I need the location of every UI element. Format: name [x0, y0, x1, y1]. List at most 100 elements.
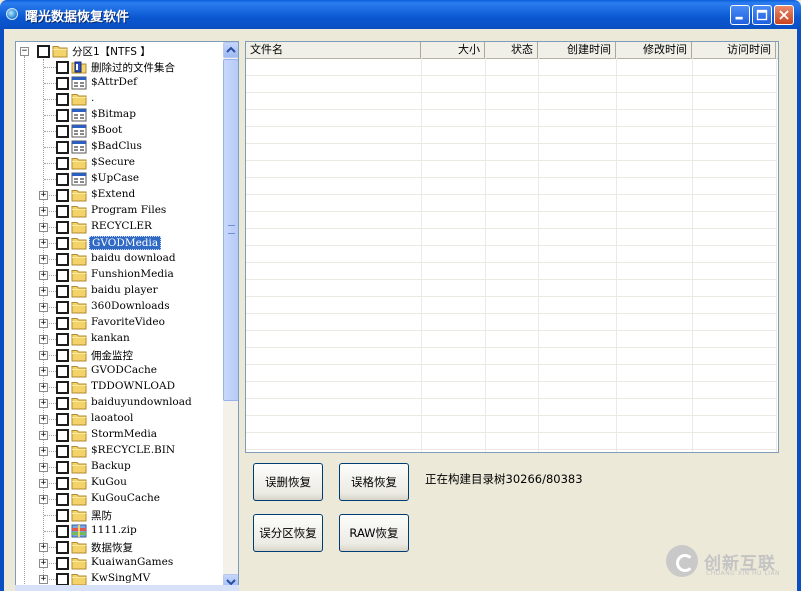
expand-icon[interactable]: +: [39, 575, 48, 584]
tree-item-row[interactable]: + RECYCLER: [16, 219, 223, 235]
tree-item-row[interactable]: $BadClus: [16, 139, 223, 155]
tree-item-row[interactable]: 1111.zip: [16, 523, 223, 539]
tree-item-row[interactable]: + KuGou: [16, 475, 223, 491]
tree-checkbox[interactable]: [56, 173, 69, 186]
tree-item-row[interactable]: + kankan: [16, 331, 223, 347]
tree-item-row[interactable]: 黑防: [16, 507, 223, 523]
expand-icon[interactable]: +: [39, 223, 48, 232]
tree-item-row[interactable]: + TDDOWNLOAD: [16, 379, 223, 395]
expand-icon[interactable]: +: [39, 495, 48, 504]
column-header-created[interactable]: 创建时间: [538, 42, 616, 58]
tree-item-row[interactable]: + GVODMedia: [16, 235, 223, 251]
tree-item-row[interactable]: + $Extend: [16, 187, 223, 203]
collapse-icon[interactable]: −: [20, 47, 29, 56]
expand-icon[interactable]: +: [39, 447, 48, 456]
tree-item-row[interactable]: + $RECYCLE.BIN: [16, 443, 223, 459]
tree-item-row[interactable]: $UpCase: [16, 171, 223, 187]
expand-icon[interactable]: +: [39, 543, 48, 552]
tree-checkbox[interactable]: [56, 413, 69, 426]
tree-checkbox[interactable]: [56, 381, 69, 394]
column-header-accessed[interactable]: 访问时间: [692, 42, 776, 58]
tree-checkbox[interactable]: [56, 509, 69, 522]
expand-icon[interactable]: +: [39, 303, 48, 312]
unformat-recover-button[interactable]: 误格恢复: [339, 463, 409, 501]
tree-checkbox[interactable]: [56, 125, 69, 138]
tree-item-row[interactable]: +360Downloads: [16, 299, 223, 315]
tree-item-row[interactable]: + 数据恢复: [16, 539, 223, 555]
tree-checkbox[interactable]: [56, 493, 69, 506]
expand-icon[interactable]: +: [39, 335, 48, 344]
tree-item-row[interactable]: + 佣金监控: [16, 347, 223, 363]
tree-checkbox[interactable]: [56, 157, 69, 170]
expand-icon[interactable]: +: [39, 271, 48, 280]
partition-recover-button[interactable]: 误分区恢复: [253, 514, 323, 552]
tree-vertical-scrollbar[interactable]: [223, 42, 238, 590]
tree-checkbox[interactable]: [56, 77, 69, 90]
raw-recover-button[interactable]: RAW恢复: [339, 514, 409, 552]
tree-root-row[interactable]: − 分区1【NTFS 】: [16, 43, 223, 59]
tree-item-row[interactable]: + KuaiwanGames: [16, 555, 223, 571]
tree-checkbox[interactable]: [56, 317, 69, 330]
column-header-name[interactable]: 文件名: [246, 42, 421, 58]
tree-checkbox[interactable]: [56, 445, 69, 458]
tree-checkbox[interactable]: [56, 253, 69, 266]
tree-item-row[interactable]: $Bitmap: [16, 107, 223, 123]
expand-icon[interactable]: +: [39, 239, 48, 248]
tree-item-row[interactable]: $Boot: [16, 123, 223, 139]
tree-item-row[interactable]: 删除过的文件集合: [16, 59, 223, 75]
tree-item-row[interactable]: + KuGouCache: [16, 491, 223, 507]
expand-icon[interactable]: +: [39, 463, 48, 472]
expand-icon[interactable]: +: [39, 399, 48, 408]
minimize-button[interactable]: [730, 5, 750, 25]
expand-icon[interactable]: +: [39, 415, 48, 424]
tree-checkbox[interactable]: [56, 109, 69, 122]
tree-checkbox[interactable]: [37, 45, 50, 58]
column-header-size[interactable]: 大小: [421, 42, 485, 58]
expand-icon[interactable]: +: [39, 255, 48, 264]
column-header-status[interactable]: 状态: [485, 42, 538, 58]
tree-item-row[interactable]: + FavoriteVideo: [16, 315, 223, 331]
tree-item-row[interactable]: + FunshionMedia: [16, 267, 223, 283]
scroll-up-button[interactable]: [223, 42, 238, 58]
tree-item-row[interactable]: $AttrDef: [16, 75, 223, 91]
tree-item-row[interactable]: + StormMedia: [16, 427, 223, 443]
tree-item-row[interactable]: + baidu download: [16, 251, 223, 267]
tree-item-row[interactable]: + GVODCache: [16, 363, 223, 379]
tree-checkbox[interactable]: [56, 221, 69, 234]
tree-checkbox[interactable]: [56, 477, 69, 490]
tree-checkbox[interactable]: [56, 333, 69, 346]
tree-checkbox[interactable]: [56, 429, 69, 442]
expand-icon[interactable]: +: [39, 319, 48, 328]
tree-checkbox[interactable]: [56, 237, 69, 250]
tree-checkbox[interactable]: [56, 365, 69, 378]
expand-icon[interactable]: +: [39, 383, 48, 392]
maximize-button[interactable]: [752, 5, 772, 25]
tree-checkbox[interactable]: [56, 205, 69, 218]
tree-item-row[interactable]: + baidu player: [16, 283, 223, 299]
tree-checkbox[interactable]: [56, 189, 69, 202]
tree-item-row[interactable]: + Backup: [16, 459, 223, 475]
tree-item-row[interactable]: .: [16, 91, 223, 107]
tree-horizontal-scrollbar[interactable]: [15, 585, 239, 591]
expand-icon[interactable]: +: [39, 287, 48, 296]
tree-checkbox[interactable]: [56, 269, 69, 282]
title-bar[interactable]: 曙光数据恢复软件: [0, 0, 801, 29]
tree-checkbox[interactable]: [56, 301, 69, 314]
tree-checkbox[interactable]: [56, 61, 69, 74]
expand-icon[interactable]: +: [39, 367, 48, 376]
expand-icon[interactable]: +: [39, 479, 48, 488]
directory-tree[interactable]: − 分区1【NTFS 】删除过的文件集合 $AttrDef. $Bitmap $Boot…: [15, 41, 239, 591]
tree-checkbox[interactable]: [56, 349, 69, 362]
tree-checkbox[interactable]: [56, 397, 69, 410]
tree-item-row[interactable]: + laoatool: [16, 411, 223, 427]
tree-checkbox[interactable]: [56, 285, 69, 298]
expand-icon[interactable]: +: [39, 559, 48, 568]
tree-checkbox[interactable]: [56, 141, 69, 154]
expand-icon[interactable]: +: [39, 191, 48, 200]
tree-checkbox[interactable]: [56, 557, 69, 570]
tree-checkbox[interactable]: [56, 541, 69, 554]
tree-checkbox[interactable]: [56, 93, 69, 106]
expand-icon[interactable]: +: [39, 207, 48, 216]
file-list[interactable]: 文件名 大小 状态 创建时间 修改时间 访问时间: [245, 41, 779, 453]
undelete-recover-button[interactable]: 误删恢复: [253, 463, 323, 501]
